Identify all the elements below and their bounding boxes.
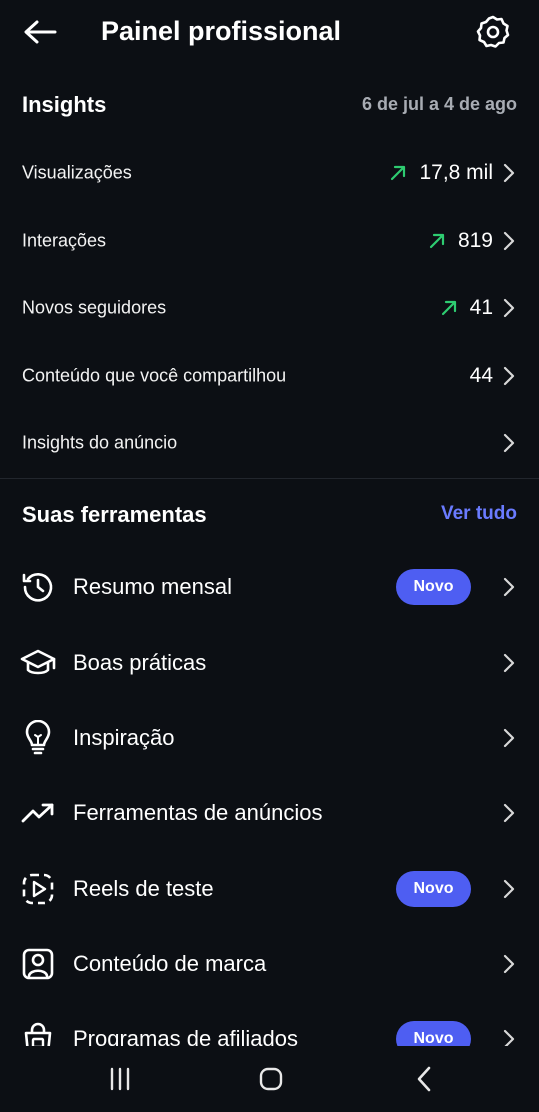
tool-item-inspiration[interactable]: Inspiração <box>0 702 539 774</box>
trending-up-icon <box>20 795 56 831</box>
tool-item-label: Programas de afiliados <box>73 1026 299 1046</box>
new-badge: Novo <box>396 569 471 605</box>
insights-row-views[interactable]: Visualizações 17,8 mil <box>0 141 539 205</box>
recents-button[interactable] <box>100 1064 140 1094</box>
chevron-right-icon <box>503 298 515 318</box>
tool-item-label: Conteúdo de marca <box>73 951 267 976</box>
tool-item-branded-content[interactable]: Conteúdo de marca <box>0 928 539 1000</box>
chevron-right-icon <box>503 366 515 386</box>
tool-item-monthly-recap[interactable]: Resumo mensal Novo <box>0 551 539 623</box>
insights-row-new-followers[interactable]: Novos seguidores 41 <box>0 276 539 340</box>
section-divider <box>0 478 539 479</box>
tool-item-label: Ferramentas de anúncios <box>73 800 323 825</box>
chevron-right-icon <box>503 728 515 748</box>
insights-row-ad-insights[interactable]: Insights do anúncio <box>0 411 539 475</box>
tools-title: Suas ferramentas <box>22 502 207 527</box>
tool-item-label: Resumo mensal <box>73 574 232 599</box>
insights-row-label: Visualizações <box>22 162 132 183</box>
chevron-right-icon <box>503 879 515 899</box>
tool-item-affiliate-programs[interactable]: Programas de afiliados Novo <box>0 1010 539 1046</box>
new-badge: Novo <box>396 871 471 907</box>
insights-title: Insights <box>22 92 107 117</box>
scroll-clip: Programas de afiliados Novo <box>0 1010 539 1046</box>
see-all-link[interactable]: Ver tudo <box>441 503 517 525</box>
insights-row-interactions[interactable]: Interações 819 <box>0 209 539 273</box>
history-clock-icon <box>20 569 56 605</box>
tool-item-ad-tools[interactable]: Ferramentas de anúncios <box>0 777 539 849</box>
trend-up-arrow-icon <box>389 164 407 182</box>
insights-row-value: 41 <box>469 296 493 319</box>
insights-row-label: Interações <box>22 230 107 251</box>
page-title: Painel profissional <box>101 16 342 46</box>
tools-section-header: Suas ferramentas Ver tudo <box>22 498 517 534</box>
insights-row-value: 44 <box>469 364 493 387</box>
trend-up-arrow-icon <box>428 232 446 250</box>
nav-back-button[interactable] <box>404 1064 444 1094</box>
settings-button[interactable] <box>473 12 513 52</box>
new-badge: Novo <box>396 1021 471 1046</box>
insights-row-label: Novos seguidores <box>22 297 167 318</box>
insights-row-label: Insights do anúncio <box>22 432 178 453</box>
tool-item-best-practices[interactable]: Boas práticas <box>0 627 539 699</box>
lightbulb-icon <box>20 720 56 756</box>
arrow-left-icon <box>24 20 57 44</box>
chevron-right-icon <box>503 653 515 673</box>
insights-row-value: 819 <box>457 229 493 252</box>
chevron-right-icon <box>503 803 515 823</box>
chevron-right-icon <box>503 433 515 453</box>
insights-row-label: Conteúdo que você compartilhou <box>22 365 287 386</box>
tool-item-label: Reels de teste <box>73 876 214 901</box>
chevron-right-icon <box>503 163 515 183</box>
tool-item-label: Boas práticas <box>73 650 207 675</box>
app-header: Painel profissional <box>0 0 539 64</box>
dashed-play-icon <box>20 871 56 907</box>
branded-content-icon <box>20 946 56 982</box>
insights-date-range: 6 de jul a 4 de ago <box>361 94 517 114</box>
chevron-right-icon <box>503 954 515 974</box>
back-button[interactable] <box>20 14 60 50</box>
insights-section-header: Insights 6 de jul a 4 de ago <box>22 88 517 124</box>
system-navigation-bar <box>0 1046 539 1112</box>
chevron-right-icon <box>503 1029 515 1046</box>
home-icon <box>259 1067 283 1091</box>
graduation-cap-icon <box>20 645 56 681</box>
tool-item-trial-reels[interactable]: Reels de teste Novo <box>0 853 539 925</box>
chevron-right-icon <box>503 231 515 251</box>
shopping-bag-icon <box>20 1021 56 1046</box>
gear-icon <box>476 15 510 48</box>
home-button[interactable] <box>251 1064 291 1094</box>
nav-back-icon <box>417 1066 431 1092</box>
insights-row-content-shared[interactable]: Conteúdo que você compartilhou 44 <box>0 344 539 408</box>
insights-row-value: 17,8 mil <box>419 161 493 184</box>
tool-item-label: Inspiração <box>73 725 175 750</box>
recents-icon <box>110 1067 130 1091</box>
trend-up-arrow-icon <box>440 299 458 317</box>
chevron-right-icon <box>503 577 515 597</box>
